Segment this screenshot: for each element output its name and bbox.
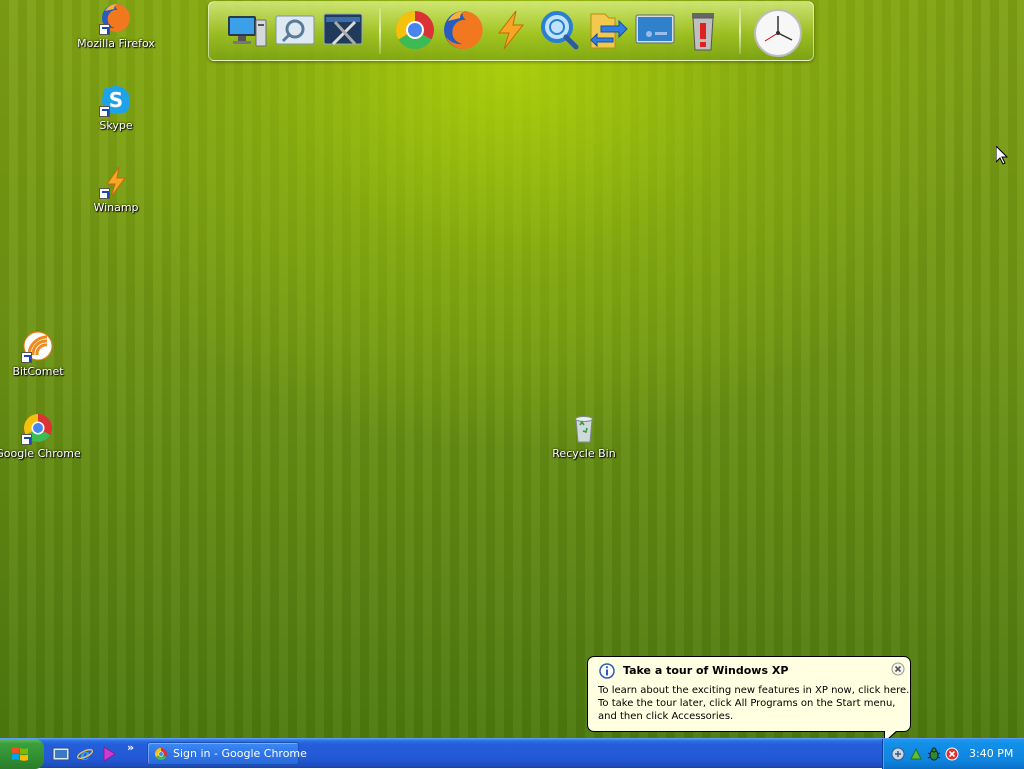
svg-text:e: e — [80, 746, 90, 763]
shortcut-arrow-icon — [21, 352, 32, 363]
start-button[interactable] — [0, 739, 44, 769]
skype-icon: S — [99, 83, 133, 117]
shortcut-arrow-icon — [21, 434, 32, 445]
close-icon[interactable] — [891, 661, 905, 676]
winamp-icon — [99, 165, 133, 199]
balloon-line: To take the tour later, click All Progra… — [598, 698, 896, 709]
winamp-bolt-icon[interactable] — [489, 8, 533, 52]
mouse-cursor-icon — [995, 144, 1009, 165]
update-icon[interactable] — [909, 746, 923, 760]
magnifier-icon[interactable] — [537, 8, 581, 52]
taskbar-button-chrome[interactable]: Sign in - Google Chrome — [147, 742, 307, 765]
clock-icon[interactable] — [753, 8, 802, 57]
search-window-icon[interactable] — [273, 8, 317, 52]
chrome-icon[interactable] — [393, 8, 437, 52]
task-label: Sign in - Google Chrome — [173, 747, 307, 760]
recycle-bin-icon — [567, 411, 601, 445]
balloon-line: To learn about the exciting new features… — [598, 685, 910, 696]
settings-tools-icon[interactable] — [321, 8, 365, 52]
bitcomet-icon — [21, 329, 55, 363]
balloon-tail-fill — [885, 730, 897, 738]
show-desktop-icon[interactable] — [52, 745, 70, 763]
taskbar-clock[interactable]: 3:40 PM — [969, 747, 1013, 760]
media-player-icon[interactable] — [100, 745, 118, 763]
desktop: Mozilla Firefox S Skype Winamp BitComet … — [0, 0, 1024, 738]
shortcut-arrow-icon — [99, 188, 110, 199]
tour-balloon[interactable]: Take a tour of Windows XP To learn about… — [587, 656, 911, 738]
taskbar: e » Sign in - Google Chrome 3:40 PM — [0, 738, 1024, 769]
balloon-line: and then click Accessories. — [598, 711, 734, 722]
system-tray: 3:40 PM — [882, 739, 1024, 769]
chrome-icon — [154, 746, 168, 761]
balloon-title: Take a tour of Windows XP — [623, 664, 789, 677]
network-icon[interactable] — [891, 746, 905, 761]
desktop-icon-label: Skype — [99, 119, 133, 132]
shortcut-arrow-icon — [99, 24, 110, 35]
folder-arrow-icon[interactable] — [585, 8, 629, 52]
desktop-icon-label: Mozilla Firefox — [77, 37, 155, 50]
windows-flag-icon — [11, 745, 29, 763]
desktop-icon-bitcomet[interactable]: BitComet — [0, 329, 80, 378]
dock-separator — [379, 8, 381, 54]
desktop-icon-label: Google Chrome — [0, 447, 81, 460]
my-computer-icon[interactable] — [225, 8, 269, 52]
quick-launch-chevron[interactable]: » — [127, 741, 134, 754]
firefox-icon[interactable] — [441, 8, 485, 52]
shortcut-arrow-icon — [99, 106, 110, 117]
security-alert-icon[interactable] — [945, 746, 959, 761]
chrome-icon — [21, 411, 55, 445]
desktop-icon-label: Recycle Bin — [552, 447, 616, 460]
dock-toolbar — [208, 1, 814, 61]
balloon-body[interactable]: To learn about the exciting new features… — [598, 684, 910, 723]
monitor-icon[interactable] — [633, 8, 677, 52]
svg-text:S: S — [109, 88, 123, 112]
desktop-icon-google-chrome[interactable]: Google Chrome — [0, 411, 81, 460]
desktop-icon-label: BitComet — [12, 365, 64, 378]
desktop-icon-skype[interactable]: S Skype — [74, 83, 158, 132]
desktop-icon-firefox[interactable]: Mozilla Firefox — [74, 1, 158, 50]
firefox-icon — [99, 1, 133, 35]
internet-explorer-icon[interactable]: e — [76, 745, 94, 764]
desktop-icon-label: Winamp — [93, 201, 139, 214]
info-icon — [599, 663, 615, 679]
trash-icon[interactable] — [681, 8, 725, 52]
dock-separator — [739, 8, 741, 54]
desktop-icon-winamp[interactable]: Winamp — [74, 165, 158, 214]
security-bug-icon[interactable] — [927, 746, 941, 761]
desktop-icon-recycle-bin[interactable]: Recycle Bin — [542, 411, 626, 460]
